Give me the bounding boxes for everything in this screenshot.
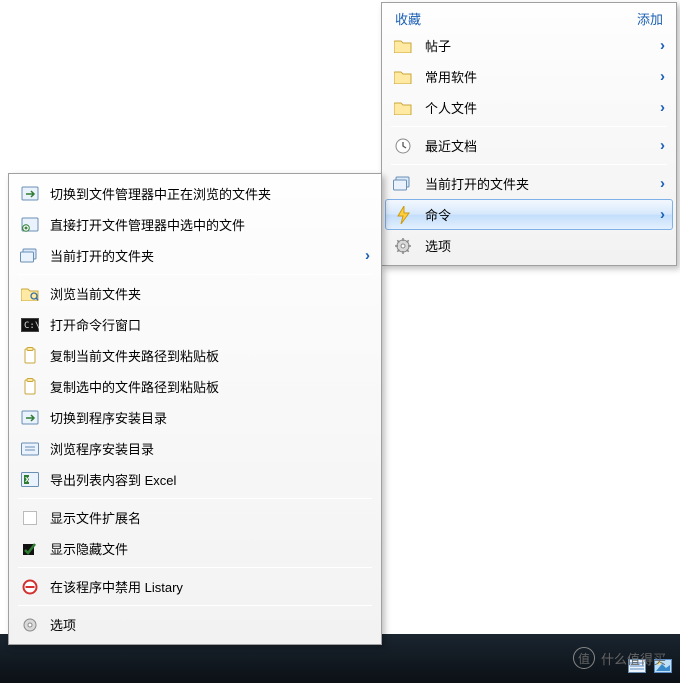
gear-icon — [391, 234, 415, 258]
menu-item-label: 个人文件 — [425, 98, 477, 117]
toggle-extensions[interactable]: 显示文件扩展名 — [12, 502, 378, 533]
fav-item-personal[interactable]: 个人文件 › — [385, 92, 673, 123]
export-icon: X — [18, 468, 42, 492]
separator — [18, 274, 372, 275]
options-item-left[interactable]: 选项 — [12, 609, 378, 640]
terminal-icon: C:\ — [18, 313, 42, 337]
menu-item-label: 选项 — [425, 236, 451, 255]
chevron-right-icon: › — [660, 68, 665, 85]
chevron-right-icon: › — [365, 247, 370, 264]
copy-icon — [18, 344, 42, 368]
favorites-menu: 收藏 添加 帖子 › 常用软件 › 个人文件 › 最近文档 › 当前打开 — [381, 2, 677, 266]
fav-item-software[interactable]: 常用软件 › — [385, 61, 673, 92]
menu-item-label: 帖子 — [425, 36, 451, 55]
watermark-text: 什么值得买 — [601, 649, 666, 668]
browse-icon — [18, 282, 42, 306]
checkbox-checked-icon — [18, 537, 42, 561]
cmd-open-selected-file[interactable]: 直接打开文件管理器中选中的文件 — [12, 209, 378, 240]
menu-item-label: 最近文档 — [425, 136, 477, 155]
browse-dir-icon — [18, 437, 42, 461]
toggle-hidden-files[interactable]: 显示隐藏文件 — [12, 533, 378, 564]
add-favorite[interactable]: 添加 — [637, 9, 663, 28]
disable-listary[interactable]: 在该程序中禁用 Listary — [12, 571, 378, 602]
svg-text:C:\: C:\ — [24, 321, 39, 331]
separator — [391, 126, 667, 127]
folders-icon — [391, 172, 415, 196]
cmd-browse-install-dir[interactable]: 浏览程序安装目录 — [12, 433, 378, 464]
chevron-right-icon: › — [660, 175, 665, 192]
menu-item-label: 在该程序中禁用 Listary — [50, 577, 183, 596]
folder-icon — [391, 34, 415, 58]
watermark-badge-icon: 值 — [573, 647, 595, 669]
menu-item-label: 浏览程序安装目录 — [50, 439, 154, 458]
current-open-folder[interactable]: 当前打开的文件夹 › — [385, 168, 673, 199]
chevron-right-icon: › — [660, 37, 665, 54]
folder-icon — [391, 96, 415, 120]
switch-icon — [18, 406, 42, 430]
menu-item-label: 当前打开的文件夹 — [50, 246, 154, 265]
favorites-label[interactable]: 收藏 — [395, 9, 421, 28]
favorites-menu-header: 收藏 添加 — [385, 5, 673, 30]
menu-item-label: 选项 — [50, 615, 76, 634]
separator — [391, 164, 667, 165]
folders-icon — [18, 244, 42, 268]
cmd-copy-folder-path[interactable]: 复制当前文件夹路径到粘贴板 — [12, 340, 378, 371]
cmd-export-excel[interactable]: X 导出列表内容到 Excel — [12, 464, 378, 495]
open-icon — [18, 213, 42, 237]
cmd-browse-current-folder[interactable]: 浏览当前文件夹 — [12, 278, 378, 309]
menu-item-label: 打开命令行窗口 — [50, 315, 141, 334]
svg-text:X: X — [25, 477, 30, 484]
checkbox-unchecked-icon — [18, 506, 42, 530]
menu-item-label: 当前打开的文件夹 — [425, 174, 529, 193]
menu-item-label: 导出列表内容到 Excel — [50, 470, 176, 489]
separator — [18, 605, 372, 606]
clock-icon — [391, 134, 415, 158]
separator — [18, 498, 372, 499]
cmd-copy-file-path[interactable]: 复制选中的文件路径到粘贴板 — [12, 371, 378, 402]
menu-item-label: 常用软件 — [425, 67, 477, 86]
forbid-icon — [18, 575, 42, 599]
menu-item-label: 显示文件扩展名 — [50, 508, 141, 527]
copy-icon — [18, 375, 42, 399]
separator — [18, 567, 372, 568]
menu-item-label: 复制选中的文件路径到粘贴板 — [50, 377, 219, 396]
menu-item-label: 命令 — [425, 205, 451, 224]
menu-item-label: 直接打开文件管理器中选中的文件 — [50, 215, 245, 234]
cmd-open-terminal[interactable]: C:\ 打开命令行窗口 — [12, 309, 378, 340]
cmd-current-open-folder[interactable]: 当前打开的文件夹 › — [12, 240, 378, 271]
menu-item-label: 显示隐藏文件 — [50, 539, 128, 558]
recent-docs[interactable]: 最近文档 › — [385, 130, 673, 161]
watermark: 值 什么值得买 — [573, 647, 666, 669]
folder-icon — [391, 65, 415, 89]
menu-item-label: 浏览当前文件夹 — [50, 284, 141, 303]
cmd-switch-install-dir[interactable]: 切换到程序安装目录 — [12, 402, 378, 433]
gear-icon — [18, 613, 42, 637]
bolt-icon — [391, 203, 415, 227]
command-submenu: 切换到文件管理器中正在浏览的文件夹 直接打开文件管理器中选中的文件 当前打开的文… — [8, 173, 382, 645]
chevron-right-icon: › — [660, 137, 665, 154]
menu-item-label: 切换到程序安装目录 — [50, 408, 167, 427]
fav-item-posts[interactable]: 帖子 › — [385, 30, 673, 61]
command-item[interactable]: 命令 › — [385, 199, 673, 230]
options-item[interactable]: 选项 — [385, 230, 673, 261]
menu-item-label: 切换到文件管理器中正在浏览的文件夹 — [50, 184, 271, 203]
menu-item-label: 复制当前文件夹路径到粘贴板 — [50, 346, 219, 365]
cmd-switch-browsed-folder[interactable]: 切换到文件管理器中正在浏览的文件夹 — [12, 178, 378, 209]
chevron-right-icon: › — [660, 99, 665, 116]
chevron-right-icon: › — [660, 206, 665, 223]
switch-icon — [18, 182, 42, 206]
